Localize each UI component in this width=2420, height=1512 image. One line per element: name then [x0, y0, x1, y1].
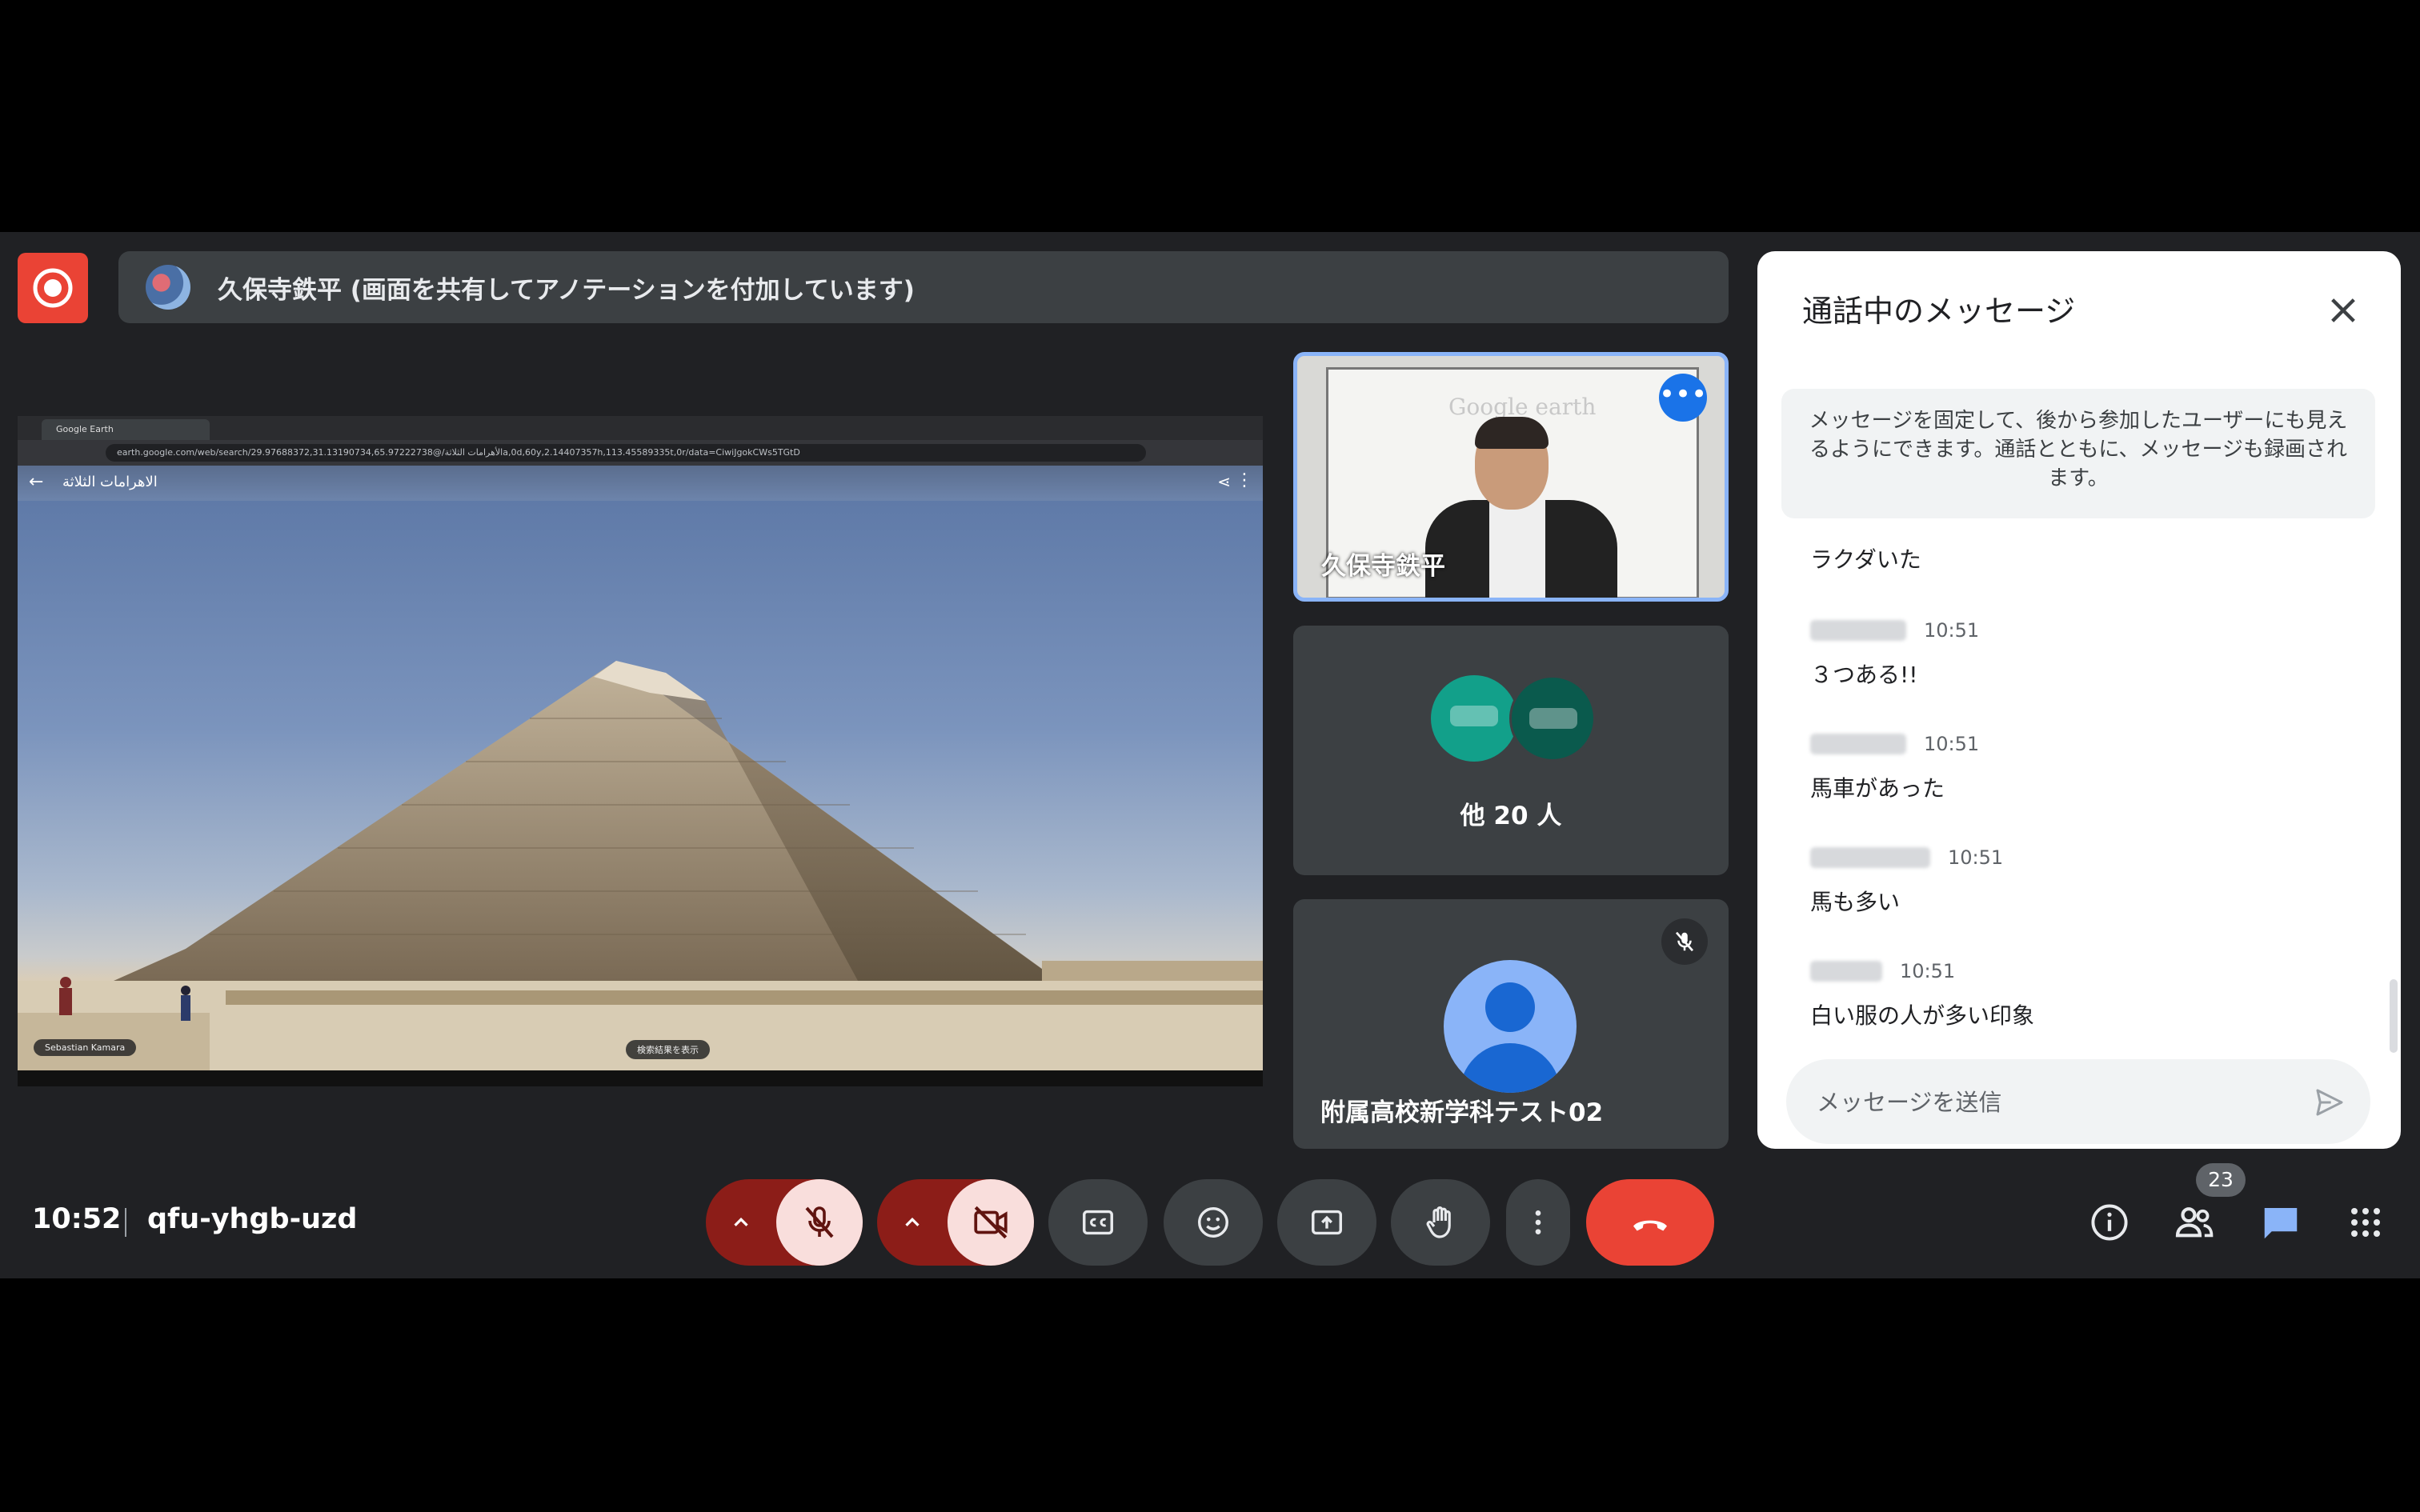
people-icon: [2175, 1207, 2214, 1238]
chat-message-text: 馬車があった: [1810, 775, 1945, 802]
shared-browser-url: earth.google.com/web/search/الأهرامات ال…: [106, 444, 1146, 462]
default-avatar: [1444, 960, 1577, 1093]
video-tile-participant[interactable]: 附属高校新学科テスト02: [1293, 899, 1729, 1149]
recording-indicator[interactable]: [18, 253, 88, 323]
mic-toggle-button[interactable]: [776, 1179, 863, 1266]
shared-browser-tabbar: Google Earth: [18, 416, 1263, 440]
shared-status-bar: [18, 1070, 1263, 1086]
chat-scrollbar[interactable]: [2390, 979, 2398, 1053]
presenter-avatar: [146, 265, 190, 310]
tile-more-options-button[interactable]: •••: [1659, 374, 1707, 422]
mic-control-group: [706, 1179, 863, 1266]
chat-message-meta: 10:51: [1810, 733, 1979, 755]
presenter-banner: 久保寺鉄平 (画面を共有してアノテーションを付加しています): [118, 251, 1729, 323]
mic-off-icon: [805, 1206, 834, 1238]
others-count-label: 他 20 人: [1460, 802, 1562, 830]
more-options-button[interactable]: [1506, 1179, 1570, 1266]
show-results-chip: 検索結果を表示: [626, 1040, 710, 1059]
meeting-info-button[interactable]: [2084, 1197, 2135, 1248]
meeting-code: qfu-yhgb-uzd: [147, 1203, 358, 1235]
pyramid-illustration: [18, 661, 1263, 1070]
share-icon: ⋖: [1217, 472, 1231, 491]
emoji-icon: [1198, 1207, 1228, 1238]
present-screen-button[interactable]: [1277, 1179, 1376, 1266]
closed-captions-icon: [1083, 1210, 1113, 1235]
send-icon[interactable]: [2311, 1086, 2348, 1118]
chat-message-time: 10:51: [1924, 733, 1980, 755]
present-to-all-icon: [1312, 1210, 1342, 1235]
hand-icon: [1426, 1206, 1451, 1238]
shared-place-title: الاهرامات الثلاثة: [62, 474, 158, 490]
pin-message-notice: メッセージを固定して、後から参加したユーザーにも見えるようにできます。通話ととも…: [1781, 389, 2375, 518]
presenter-banner-text: 久保寺鉄平 (画面を共有してアノテーションを付加しています): [218, 275, 915, 305]
camera-control-group: [877, 1179, 1034, 1266]
chat-input-container: [1786, 1059, 2370, 1144]
others-avatar-group: [1431, 675, 1596, 763]
chevron-up-icon: [734, 1217, 748, 1226]
apps-grid-icon: [2351, 1208, 2380, 1237]
photo-credit: Sebastian Kamara: [34, 1039, 137, 1056]
camera-toggle-button[interactable]: [948, 1179, 1034, 1266]
chat-message-time: 10:51: [1948, 846, 2004, 869]
shared-screen: Google Earth earth.google.com/web/search…: [18, 416, 1263, 1086]
info-icon: [2091, 1204, 2128, 1241]
sender-name-blurred: [1810, 961, 1882, 982]
chevron-up-icon: [905, 1217, 920, 1226]
people-button[interactable]: [2169, 1197, 2220, 1248]
audio-options-button[interactable]: [706, 1179, 776, 1266]
chat-message-text: 馬も多い: [1810, 889, 1901, 915]
camera-off-icon: [974, 1206, 1008, 1239]
leave-call-button[interactable]: [1586, 1179, 1714, 1266]
speaker-shirt: [1489, 500, 1545, 598]
video-tile-speaker[interactable]: Google earth ••• 久保寺鉄平: [1293, 352, 1729, 602]
record-icon: [33, 268, 73, 308]
chat-title: 通話中のメッセージ: [1802, 294, 2076, 329]
chat-message-time: 10:51: [1900, 960, 1956, 982]
sender-name-blurred: [1810, 620, 1906, 641]
chat-message-text: 白い服の人が多い印象: [1810, 1002, 2035, 1029]
captions-button[interactable]: [1048, 1179, 1148, 1266]
shared-browser-urlbar: earth.google.com/web/search/الأهرامات ال…: [18, 440, 1263, 466]
video-tile-others[interactable]: 他 20 人: [1293, 626, 1729, 875]
chat-icon: [2264, 1208, 2298, 1239]
speaker-hair: [1475, 417, 1549, 449]
mic-off-icon: [1661, 918, 1708, 965]
chat-panel: 通話中のメッセージ メッセージを固定して、後から参加したユーザーにも見えるように…: [1757, 251, 2401, 1149]
participant-name: 附属高校新学科テスト02: [1320, 1098, 1604, 1127]
avatar: [1431, 675, 1517, 762]
divider: [125, 1208, 126, 1237]
current-time: 10:52: [32, 1203, 122, 1235]
video-options-button[interactable]: [877, 1179, 948, 1266]
pyramid-street-view: Sebastian Kamara 検索結果を表示: [18, 501, 1263, 1070]
chat-message-text: ３つある!!: [1810, 662, 1918, 688]
more-vert-icon: [1535, 1210, 1541, 1234]
chat-message-text: ラクダいた: [1810, 546, 1921, 573]
chat-message-meta: 10:51: [1810, 960, 1955, 982]
people-count-badge: 23: [2196, 1163, 2246, 1197]
avatar: [1509, 675, 1596, 762]
back-arrow-icon: ←: [29, 472, 44, 492]
sender-name-blurred: [1810, 734, 1906, 754]
shared-earth-header: ← الاهرامات الثلاثة ⋖ ⋮: [18, 466, 1263, 501]
chat-message-input[interactable]: [1815, 1083, 2282, 1122]
close-icon[interactable]: [2327, 294, 2359, 326]
chat-message-time: 10:51: [1924, 619, 1980, 642]
raise-hand-button[interactable]: [1391, 1179, 1490, 1266]
chat-button[interactable]: [2255, 1197, 2306, 1248]
call-end-icon: [1633, 1220, 1667, 1231]
chat-message-meta: 10:51: [1810, 846, 2003, 869]
speaker-name: 久保寺鉄平: [1321, 552, 1445, 581]
activities-button[interactable]: [2340, 1197, 2391, 1248]
chat-message-meta: 10:51: [1810, 619, 1979, 642]
reactions-button[interactable]: [1164, 1179, 1263, 1266]
more-vert-icon: ⋮: [1236, 470, 1253, 490]
sender-name-blurred: [1810, 847, 1930, 868]
shared-browser-tab: Google Earth: [42, 419, 210, 440]
